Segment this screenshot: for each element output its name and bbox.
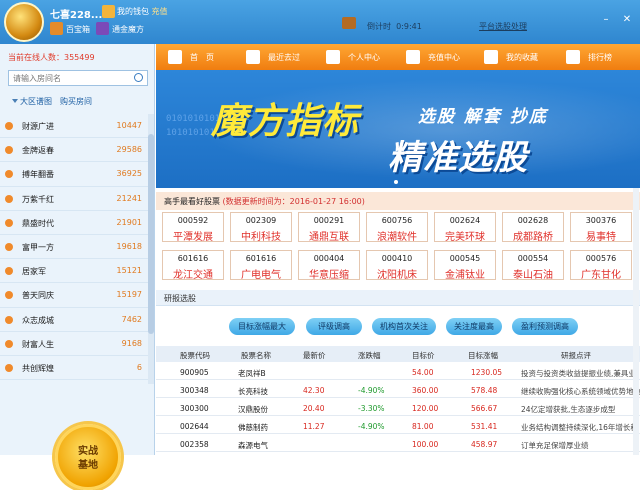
filter-max-upside-button[interactable]: 目标涨幅最大 xyxy=(229,318,295,335)
ranking-icon xyxy=(566,50,580,64)
stock-card[interactable]: 000592 平潭发展 xyxy=(162,212,224,243)
chest-icon[interactable] xyxy=(342,17,356,29)
magic-cube-icon[interactable] xyxy=(96,22,109,35)
list-item[interactable]: 普天同庆 15197 xyxy=(0,283,148,308)
table-row[interactable]: 300300 汉鼎股份 20.40 -3.30% 120.00 566.67 2… xyxy=(156,400,640,416)
platform-link[interactable]: 平台选股处理 xyxy=(479,21,527,32)
room-icon xyxy=(5,363,13,372)
search-icon[interactable] xyxy=(134,73,143,82)
sidebar-tabs: 大区谱图 购买房间 xyxy=(0,94,154,110)
stock-card[interactable]: 000545 金浦钛业 xyxy=(434,250,496,281)
table-row[interactable]: 002358 森源电气 100.00 458.97 订单充足保增厚业绩 xyxy=(156,436,640,452)
list-item[interactable]: 居家军 15121 xyxy=(0,259,148,284)
room-icon xyxy=(5,315,13,324)
table-row[interactable]: 002644 佛慈制药 11.27 -4.90% 81.00 531.41 业务… xyxy=(156,418,640,434)
stock-card[interactable]: 300376 易事特 xyxy=(570,212,632,243)
stock-card[interactable]: 600756 浪潮软件 xyxy=(366,212,428,243)
stock-card[interactable]: 002624 完美环球 xyxy=(434,212,496,243)
stock-card[interactable]: 000576 广东甘化 xyxy=(570,250,632,281)
room-list: 财源广进 10447 金牌返春 29586 搏年翻番 36925 万紫千红 21241 … xyxy=(0,114,148,381)
research-title: 研报选股 xyxy=(164,294,196,303)
hot-stocks-grid: 000592 平潭发展 002309 中利科技 000291 通鼎互联 600756 浪… xyxy=(156,212,640,282)
scroll-thumb[interactable] xyxy=(148,134,154,334)
room-icon xyxy=(5,218,13,227)
user-icon xyxy=(326,50,340,64)
main-nav: 首 页 最近去过 个人中心 充值中心 我的收藏 排行榜 xyxy=(156,44,640,70)
stock-card[interactable]: 002628 成都路桥 xyxy=(502,212,564,243)
list-item[interactable]: 鼎盛时代 21901 xyxy=(0,211,148,235)
tab-buy-room[interactable]: 购买房间 xyxy=(60,94,92,110)
room-icon xyxy=(5,170,13,179)
sidebar-scrollbar[interactable] xyxy=(148,114,154,384)
filter-profit-forecast-button[interactable]: 盈利预测调高 xyxy=(512,318,578,335)
banner-title: 魔方指标 xyxy=(211,101,360,142)
room-search-input[interactable] xyxy=(8,70,148,86)
filter-first-coverage-button[interactable]: 机构首次关注 xyxy=(372,318,436,335)
room-icon xyxy=(5,146,13,155)
room-icon xyxy=(5,267,13,276)
wallet-label[interactable]: 我的钱包 充值 xyxy=(117,6,168,17)
sidebar: 当前在线人数：355499 大区谱图 购买房间 财源广进10447 金牌返春29… xyxy=(0,44,155,490)
list-item[interactable]: 金牌返春 29586 xyxy=(0,138,148,163)
list-item[interactable]: 万紫千红 21241 xyxy=(0,187,148,211)
list-item[interactable]: 财源广进 10447 xyxy=(0,114,148,139)
recent-icon xyxy=(246,50,260,64)
promo-banner[interactable]: 01010101010101 1010101010101 魔方指标 选股 解套 … xyxy=(156,70,640,188)
avatar[interactable] xyxy=(4,2,44,42)
table-row[interactable]: 900905 老凤祥B 54.00 1230.05 投资与投资类收益提振业绩,兼… xyxy=(156,364,640,380)
hot-stocks-title: 高手最看好股票 (数据更新时间为：2016-01-27 16:00) xyxy=(164,197,365,206)
wallet-icon[interactable] xyxy=(102,5,115,18)
username: 七喜228... xyxy=(50,10,103,21)
room-icon xyxy=(5,242,13,251)
countdown-value: 0:9:41 xyxy=(396,22,422,31)
home-icon xyxy=(168,50,182,64)
combat-base-button[interactable]: 实战 基地 xyxy=(55,424,121,490)
room-icon xyxy=(5,194,13,203)
filter-rating-up-button[interactable]: 评级调高 xyxy=(306,318,362,335)
list-item[interactable]: 搏年翻番 36925 xyxy=(0,162,148,187)
table-row[interactable]: 300348 长亮科技 42.30 -4.90% 360.00 578.48 继… xyxy=(156,382,640,398)
minimize-icon[interactable]: – xyxy=(599,14,613,26)
hot-stocks-header: 高手最看好股票 (数据更新时间为：2016-01-27 16:00) xyxy=(156,192,640,210)
list-item[interactable]: 众志成城 7462 xyxy=(0,308,148,332)
room-icon xyxy=(5,122,13,130)
title-bar: 七喜228... 我的钱包 充值 百宝箱 通金魔方 倒计时 0:9:41 平台选… xyxy=(0,0,640,44)
treasure-box-label[interactable]: 百宝箱 xyxy=(66,24,90,35)
countdown-timer: 倒计时 0:9:41 xyxy=(367,22,422,31)
close-icon[interactable]: ✕ xyxy=(620,14,634,26)
research-table-header: 股票代码 股票名称 最新价 涨跌幅 目标价 目标涨幅 研报点评 xyxy=(156,346,640,362)
main-scrollbar[interactable] xyxy=(633,188,639,455)
stock-card[interactable]: 000291 通鼎互联 xyxy=(298,212,360,243)
stock-card[interactable]: 000404 华意压缩 xyxy=(298,250,360,281)
room-icon xyxy=(5,291,13,300)
recharge-link[interactable]: 充值 xyxy=(152,7,168,16)
room-icon xyxy=(5,339,13,348)
banner-headline: 精准选股 xyxy=(388,138,528,178)
stock-card[interactable]: 000554 泰山石油 xyxy=(502,250,564,281)
stock-card[interactable]: 601616 广电电气 xyxy=(230,250,292,281)
stock-card[interactable]: 002309 中利科技 xyxy=(230,212,292,243)
filter-attention-button[interactable]: 关注度最高 xyxy=(446,318,502,335)
list-item[interactable]: 财富人生 9168 xyxy=(0,332,148,356)
online-count: 当前在线人数：355499 xyxy=(8,53,95,62)
magic-cube-label[interactable]: 通金魔方 xyxy=(112,24,144,35)
stock-card[interactable]: 000410 沈阳机床 xyxy=(366,250,428,281)
stock-card[interactable]: 601616 龙江交通 xyxy=(162,250,224,281)
recharge-icon xyxy=(406,50,420,64)
treasure-box-icon[interactable] xyxy=(50,22,63,35)
list-item[interactable]: 富甲一方 19618 xyxy=(0,235,148,260)
list-item[interactable]: 共创辉煌 6 xyxy=(0,356,148,381)
banner-subtitle: 选股 解套 抄底 xyxy=(418,107,548,127)
carousel-dot[interactable] xyxy=(394,180,398,184)
star-icon xyxy=(484,50,498,64)
tab-hall[interactable]: 大区谱图 xyxy=(6,94,68,110)
research-header: 研报选股 xyxy=(156,290,640,306)
